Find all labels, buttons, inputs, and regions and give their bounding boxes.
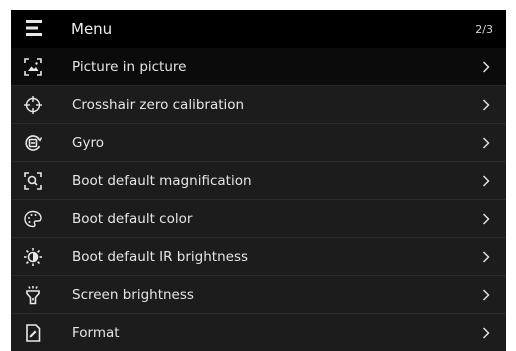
- menu-item-picture-in-picture[interactable]: Picture in picture: [11, 48, 506, 86]
- menu-item-label: Format: [72, 325, 120, 341]
- gyro-icon: [23, 133, 43, 153]
- menu-item-crosshair-zero-calibration[interactable]: Crosshair zero calibration: [11, 86, 506, 124]
- menu-item-boot-default-color[interactable]: Boot default color: [11, 200, 506, 238]
- page-indicator: 2/3: [475, 23, 493, 36]
- menu-item-label: Boot default magnification: [72, 173, 252, 189]
- chevron-right-icon: [482, 327, 490, 339]
- crosshair-icon: [23, 95, 43, 115]
- chevron-right-icon: [482, 251, 490, 263]
- menu-item-label: Boot default IR brightness: [72, 249, 249, 265]
- chevron-right-icon: [482, 61, 490, 73]
- menu-list: Picture in picture Crosshair zero calibr…: [11, 48, 506, 351]
- screen-brightness-icon: [23, 285, 43, 305]
- menu-item-screen-brightness[interactable]: Screen brightness: [11, 276, 506, 314]
- menu-title: Menu: [71, 20, 113, 38]
- ir-brightness-icon: [23, 247, 43, 267]
- menu-header: Menu 2/3: [11, 10, 506, 48]
- menu-item-gyro[interactable]: Gyro: [11, 124, 506, 162]
- chevron-right-icon: [482, 99, 490, 111]
- hamburger-menu-icon[interactable]: [25, 18, 43, 38]
- magnification-icon: [23, 171, 43, 191]
- chevron-right-icon: [482, 175, 490, 187]
- menu-item-label: Gyro: [72, 135, 104, 151]
- menu-item-label: Crosshair zero calibration: [72, 97, 245, 113]
- format-icon: [23, 323, 43, 343]
- chevron-right-icon: [482, 137, 490, 149]
- menu-item-format[interactable]: Format: [11, 314, 506, 351]
- menu-item-label: Boot default color: [72, 211, 193, 227]
- menu-item-label: Screen brightness: [72, 287, 194, 303]
- menu-item-label: Picture in picture: [72, 59, 187, 75]
- palette-icon: [23, 209, 43, 229]
- chevron-right-icon: [482, 289, 490, 301]
- chevron-right-icon: [482, 213, 490, 225]
- menu-item-boot-default-ir-brightness[interactable]: Boot default IR brightness: [11, 238, 506, 276]
- menu-item-boot-default-magnification[interactable]: Boot default magnification: [11, 162, 506, 200]
- picture-in-picture-icon: [23, 57, 43, 77]
- menu-screen: Menu 2/3 Picture in picture Crosshair ze…: [11, 10, 506, 351]
